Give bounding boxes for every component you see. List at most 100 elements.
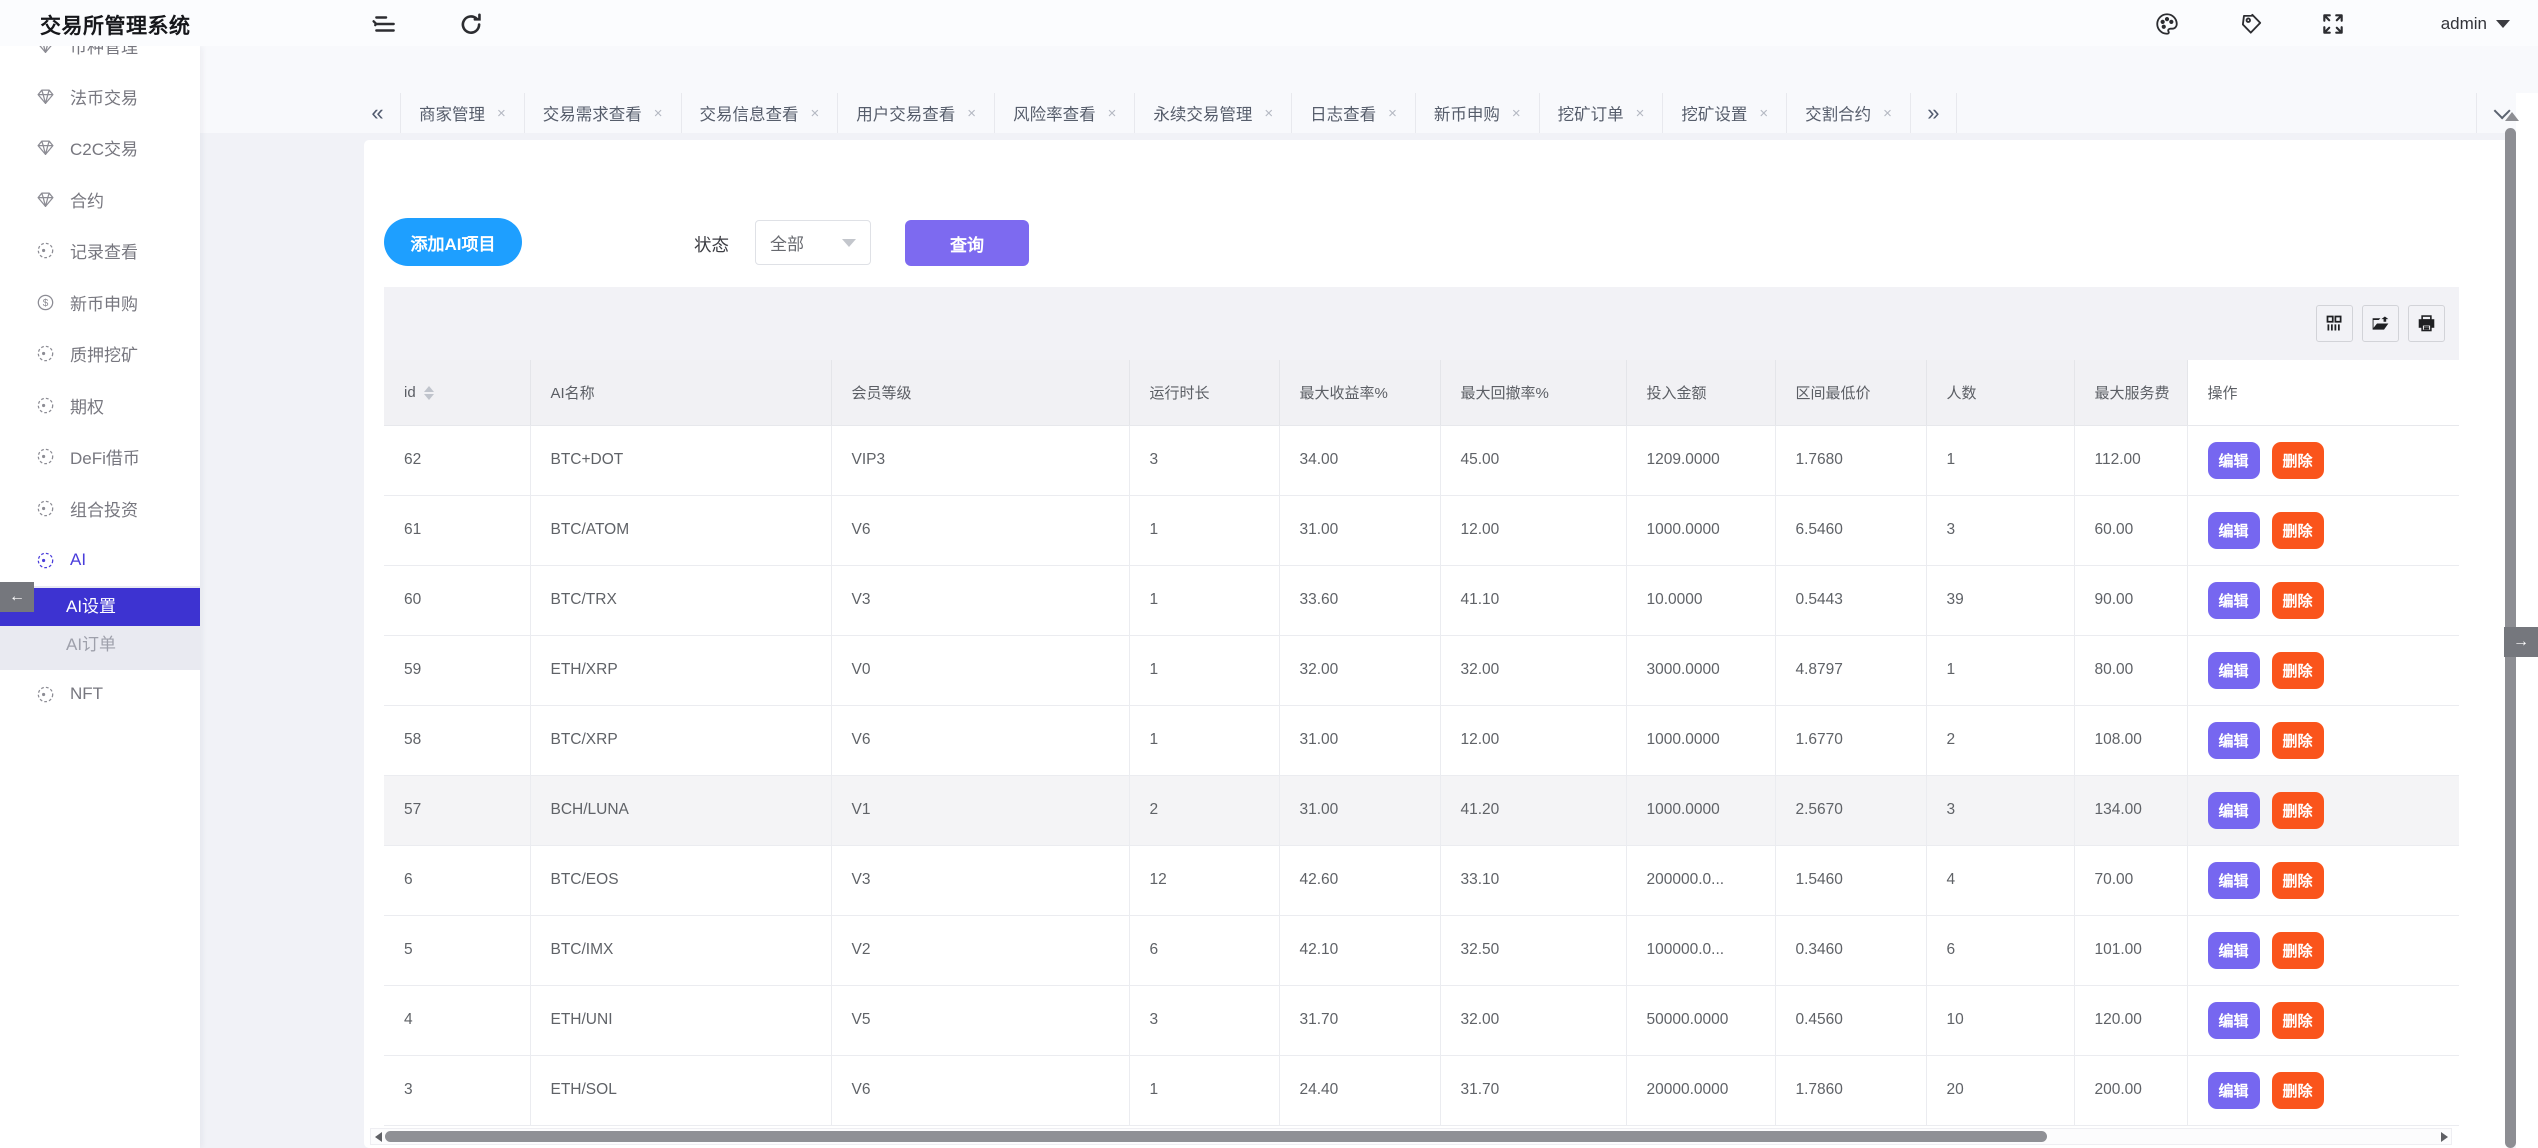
tab-交易信息查看[interactable]: 交易信息查看× (682, 93, 839, 133)
edit-button[interactable]: 编辑 (2208, 1072, 2260, 1109)
scroll-right-arrow-icon[interactable] (2437, 1132, 2451, 1142)
tab-close-icon[interactable]: × (967, 105, 976, 122)
edit-button[interactable]: 编辑 (2208, 932, 2260, 969)
sidebar-item-nft[interactable]: NFT (0, 674, 200, 714)
cell-id: 62 (384, 425, 530, 495)
sidebar-item-质押挖矿[interactable]: 质押挖矿 (0, 333, 200, 373)
sidebar-item-记录查看[interactable]: 记录查看 (0, 230, 200, 270)
cell-最大服务费: 120.00 (2074, 985, 2187, 1055)
tab-close-icon[interactable]: × (1883, 105, 1892, 122)
cell-最大收益率%: 24.40 (1279, 1055, 1440, 1125)
edit-button[interactable]: 编辑 (2208, 1002, 2260, 1039)
table-row: 3ETH/SOLV6124.4031.7020000.00001.7860202… (384, 1055, 2459, 1125)
sort-icon[interactable] (424, 386, 434, 400)
tab-close-icon[interactable]: × (497, 105, 506, 122)
edit-button[interactable]: 编辑 (2208, 862, 2260, 899)
fullscreen-icon[interactable] (2320, 11, 2346, 37)
edit-button[interactable]: 编辑 (2208, 722, 2260, 759)
column-header-id[interactable]: id (384, 360, 530, 425)
delete-button[interactable]: 删除 (2272, 652, 2324, 689)
cell-最大收益率%: 31.00 (1279, 705, 1440, 775)
tab-close-icon[interactable]: × (811, 105, 820, 122)
delete-button[interactable]: 删除 (2272, 512, 2324, 549)
delete-button[interactable]: 删除 (2272, 442, 2324, 479)
cell-最大服务费: 101.00 (2074, 915, 2187, 985)
delete-button[interactable]: 删除 (2272, 1002, 2324, 1039)
edit-button[interactable]: 编辑 (2208, 792, 2260, 829)
scroll-left-arrow-icon[interactable] (371, 1132, 385, 1142)
tabs-scroll-right-icon[interactable]: » (1911, 93, 1957, 133)
sidebar-item-法币交易[interactable]: 法币交易 (0, 76, 200, 116)
sidebar-item-AI[interactable]: AI (0, 540, 200, 580)
cell-最大回撤率%: 45.00 (1440, 425, 1626, 495)
collapse-right-arrow[interactable]: → (2504, 627, 2538, 657)
sidebar-item-期权[interactable]: 期权 (0, 385, 200, 425)
query-button[interactable]: 查询 (905, 220, 1029, 266)
theme-palette-icon[interactable] (2154, 11, 2180, 37)
cell-区间最低价: 0.3460 (1775, 915, 1926, 985)
tab-挖矿订单[interactable]: 挖矿订单× (1540, 93, 1664, 133)
cell-运行时长: 1 (1129, 635, 1279, 705)
tabs-scroll-left-icon[interactable]: « (355, 93, 401, 133)
cell-会员等级: V3 (831, 565, 1129, 635)
columns-layout-icon[interactable] (2316, 305, 2353, 342)
delete-button[interactable]: 删除 (2272, 862, 2324, 899)
sidebar-item-C2C交易[interactable]: C2C交易 (0, 127, 200, 167)
collapse-menu-icon[interactable] (372, 11, 398, 37)
tabs-dropdown-icon[interactable] (2476, 93, 2522, 133)
horizontal-scrollbar-thumb[interactable] (385, 1131, 2047, 1142)
cell-运行时长: 6 (1129, 915, 1279, 985)
cell-AI名称: ETH/SOL (530, 1055, 831, 1125)
export-icon[interactable] (2362, 305, 2399, 342)
tab-日志查看[interactable]: 日志查看 × (1292, 93, 1416, 133)
sidebar-item-ai-orders[interactable]: AI订单 (0, 626, 200, 664)
delete-button[interactable]: 删除 (2272, 932, 2324, 969)
edit-button[interactable]: 编辑 (2208, 442, 2260, 479)
sidebar-item-币种管理[interactable]: 币种管理 (0, 46, 200, 65)
app-title: 交易所管理系统 (40, 10, 191, 40)
delete-button[interactable]: 删除 (2272, 582, 2324, 619)
tab-新币申购[interactable]: 新币申购× (1416, 93, 1540, 133)
edit-button[interactable]: 编辑 (2208, 582, 2260, 619)
add-ai-project-button[interactable]: 添加AI项目 (384, 218, 522, 266)
tab-交易需求查看[interactable]: 交易需求查看× (525, 93, 682, 133)
sidebar-item-DeFi借币[interactable]: DeFi借币 (0, 436, 200, 476)
tab-交割合约[interactable]: 交割合约× (1787, 93, 1911, 133)
clock-icon (36, 551, 55, 570)
sidebar-item-新币申购[interactable]: $新币申购 (0, 282, 200, 322)
sidebar-item-合约[interactable]: 合约 (0, 179, 200, 219)
horizontal-scrollbar[interactable] (370, 1128, 2452, 1145)
delete-button[interactable]: 删除 (2272, 722, 2324, 759)
edit-button[interactable]: 编辑 (2208, 652, 2260, 689)
tab-永续交易管理[interactable]: 永续交易管理× (1135, 93, 1292, 133)
tab-close-icon[interactable]: × (1264, 105, 1273, 122)
tab-挖矿设置[interactable]: 挖矿设置× (1663, 93, 1787, 133)
status-filter-label: 状态 (694, 232, 729, 257)
tag-icon[interactable] (2238, 11, 2264, 37)
delete-button[interactable]: 删除 (2272, 792, 2324, 829)
tab-label: 日志查看 (1310, 101, 1376, 125)
collapse-left-arrow[interactable]: ← (0, 582, 34, 612)
user-menu[interactable]: admin (2441, 11, 2510, 37)
delete-button[interactable]: 删除 (2272, 1072, 2324, 1109)
tab-close-icon[interactable]: × (1388, 105, 1397, 122)
tab-close-icon[interactable]: × (1759, 105, 1768, 122)
tab-close-icon[interactable]: × (1512, 105, 1521, 122)
printer-icon[interactable] (2408, 305, 2445, 342)
tab-close-icon[interactable]: × (1636, 105, 1645, 122)
tab-close-icon[interactable]: × (1108, 105, 1117, 122)
tab-商家管理[interactable]: 商家管理× (401, 93, 525, 133)
sidebar-item-组合投资[interactable]: 组合投资 (0, 488, 200, 528)
cell-人数: 3 (1926, 775, 2074, 845)
cell-操作: 编辑删除 (2187, 1055, 2459, 1125)
tab-close-icon[interactable]: × (654, 105, 663, 122)
cell-最大收益率%: 33.60 (1279, 565, 1440, 635)
cell-操作: 编辑删除 (2187, 915, 2459, 985)
edit-button[interactable]: 编辑 (2208, 512, 2260, 549)
gem-icon (36, 87, 55, 106)
tab-用户交易查看[interactable]: 用户交易查看× (838, 93, 995, 133)
refresh-icon[interactable] (458, 11, 484, 37)
cell-区间最低价: 2.5670 (1775, 775, 1926, 845)
status-select[interactable]: 全部 (755, 220, 871, 265)
tab-风险率查看[interactable]: 风险率查看× (995, 93, 1135, 133)
